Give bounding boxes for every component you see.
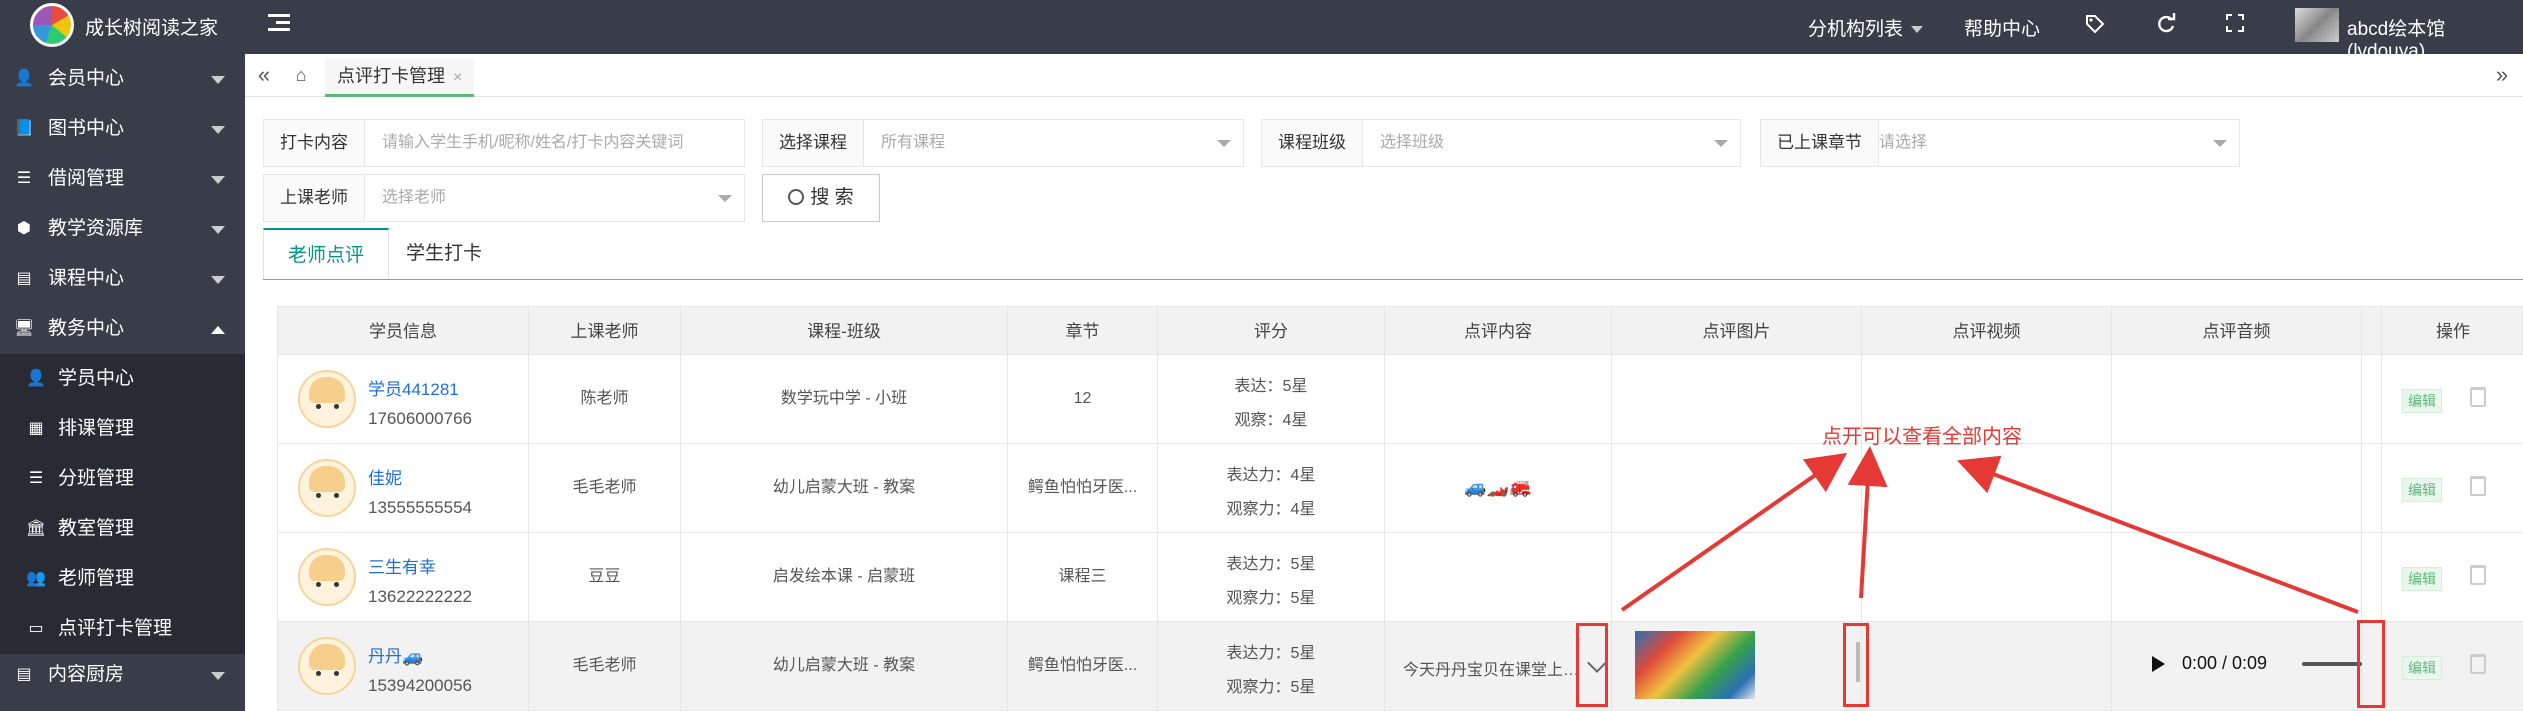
annotation-arrows bbox=[1620, 446, 2359, 614]
